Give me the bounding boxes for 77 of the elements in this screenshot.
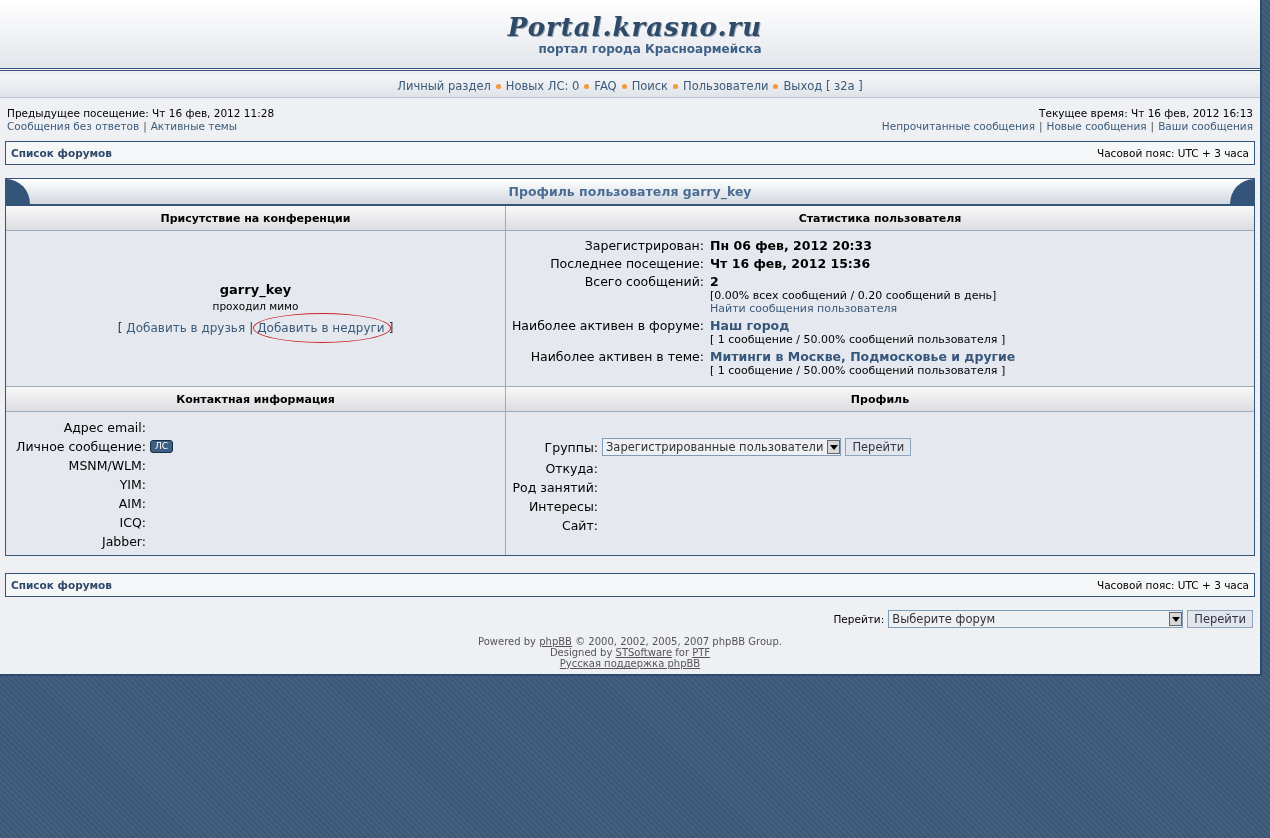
action-link[interactable]: Добавить в недруги [257, 321, 385, 335]
go-button[interactable]: Перейти [1187, 610, 1253, 628]
search-posts-link[interactable]: Найти сообщения пользователя [710, 302, 898, 315]
nav-link[interactable]: Личный раздел [397, 79, 491, 93]
separator: | [249, 321, 254, 335]
stat-label: Всего сообщений: [583, 274, 705, 291]
bullet-icon [773, 83, 779, 89]
profile-label: Интересы: [527, 498, 598, 514]
quick-link[interactable]: Новые сообщения [1046, 120, 1147, 132]
footer-link[interactable]: STSoftware [615, 647, 673, 658]
contact-label: AIM: [117, 495, 147, 511]
stat-note: [ 1 сообщение / 50.00% сообщений пользователя ] [710, 333, 1006, 346]
stat-note: [ 1 сообщение / 50.00% сообщений пользователя ] [710, 364, 1006, 377]
forum-select[interactable]: Выберите форум [888, 610, 1184, 628]
nav-link[interactable]: Выход [ з2а ] [783, 79, 863, 93]
forum-index-link[interactable]: Список форумов [11, 147, 112, 159]
separator: | [1150, 120, 1155, 132]
column-header: Профиль [505, 387, 1254, 412]
nav-link[interactable]: FAQ [594, 79, 617, 93]
contact-label: ICQ: [118, 514, 147, 530]
profile-title: Профиль пользователя garry_key [507, 184, 753, 199]
group-select[interactable]: Зарегистрированные пользователи [602, 438, 842, 456]
action-link[interactable]: Добавить в друзья [126, 321, 246, 335]
column-header: Статистика пользователя [505, 206, 1254, 231]
column-header: Присутствие на конференции [6, 206, 505, 231]
username: garry_key [219, 282, 292, 297]
forum-index-link[interactable]: Список форумов [11, 579, 112, 591]
stat-label: Зарегистрирован: [583, 238, 705, 253]
stat-link[interactable]: Наш город [710, 318, 790, 333]
contact-label: Личное сообщение: [15, 438, 147, 454]
stat-label: Наиболее активен в форуме: [510, 318, 705, 335]
bracket: [ [117, 321, 123, 335]
bullet-icon [673, 83, 679, 89]
profile-label: Откуда: [544, 460, 598, 476]
previous-visit: Предыдущее посещение: Чт 16 фев, 2012 11:28 [7, 107, 275, 119]
footer-text: Powered by phpBB © 2000, 2002, 2005, 2007 phpBB Group. [478, 636, 782, 647]
bullet-icon [495, 83, 501, 89]
stat-link[interactable]: Митинги в Москве, Подмосковье и другие [710, 349, 1016, 364]
go-button[interactable]: Перейти [845, 438, 912, 456]
footer-link[interactable]: Русская поддержка phpBB [559, 658, 701, 669]
profile-label: Род занятий: [511, 479, 598, 495]
separator: | [143, 120, 147, 132]
contact-label: YIM: [118, 476, 147, 492]
footer-text: Designed by STSoftware for PTF [549, 647, 711, 658]
nav-link[interactable]: Новых ЛС: 0 [505, 79, 580, 93]
bullet-icon [584, 83, 590, 89]
quick-link[interactable]: Сообщения без ответов [7, 120, 140, 132]
timezone-text: Часовой пояс: UTC + 3 часа [1097, 147, 1249, 159]
stat-value: Пн 06 фев, 2012 20:33 [710, 238, 873, 253]
current-time: Текущее время: Чт 16 фев, 2012 16:13 [1039, 107, 1253, 119]
timezone-text: Часовой пояс: UTC + 3 часа [1097, 579, 1249, 591]
nav-link[interactable]: Пользователи [683, 79, 769, 93]
profile-label: Сайт: [561, 517, 598, 533]
contact-label: MSNM/WLM: [67, 457, 147, 473]
user-rank: проходил мимо [212, 300, 299, 312]
site-logo[interactable]: Portal.krasno.ru [507, 12, 763, 42]
contact-label: Jabber: [100, 533, 147, 549]
contact-label: Адрес email: [62, 419, 147, 435]
stat-label: Наиболее активен в теме: [529, 349, 705, 366]
nav-link[interactable]: Поиск [631, 79, 669, 93]
stat-label: Последнее посещение: [549, 256, 705, 271]
stat-note: [0.00% всех сообщений / 0.20 сообщений в день] [710, 289, 997, 302]
footer-link[interactable]: phpBB [539, 636, 572, 647]
pm-button[interactable]: ЛС [150, 439, 174, 453]
stat-value: Чт 16 фев, 2012 15:36 [710, 256, 871, 271]
separator: | [1039, 120, 1043, 132]
site-subtitle: портал города Красноармейска [538, 42, 762, 56]
column-header: Контактная информация [6, 387, 505, 412]
bullet-icon [621, 83, 627, 89]
quick-link[interactable]: Непрочитанные сообщения [881, 120, 1035, 132]
quick-link[interactable]: Активные темы [150, 120, 238, 132]
jump-label: Перейти: [833, 613, 885, 625]
quick-link[interactable]: Ваши сообщения [1158, 120, 1253, 132]
profile-label: Группы: [543, 439, 598, 455]
stat-value: 2 [710, 274, 719, 289]
footer-link[interactable]: PTF [692, 647, 711, 658]
bracket: ] [388, 321, 394, 335]
